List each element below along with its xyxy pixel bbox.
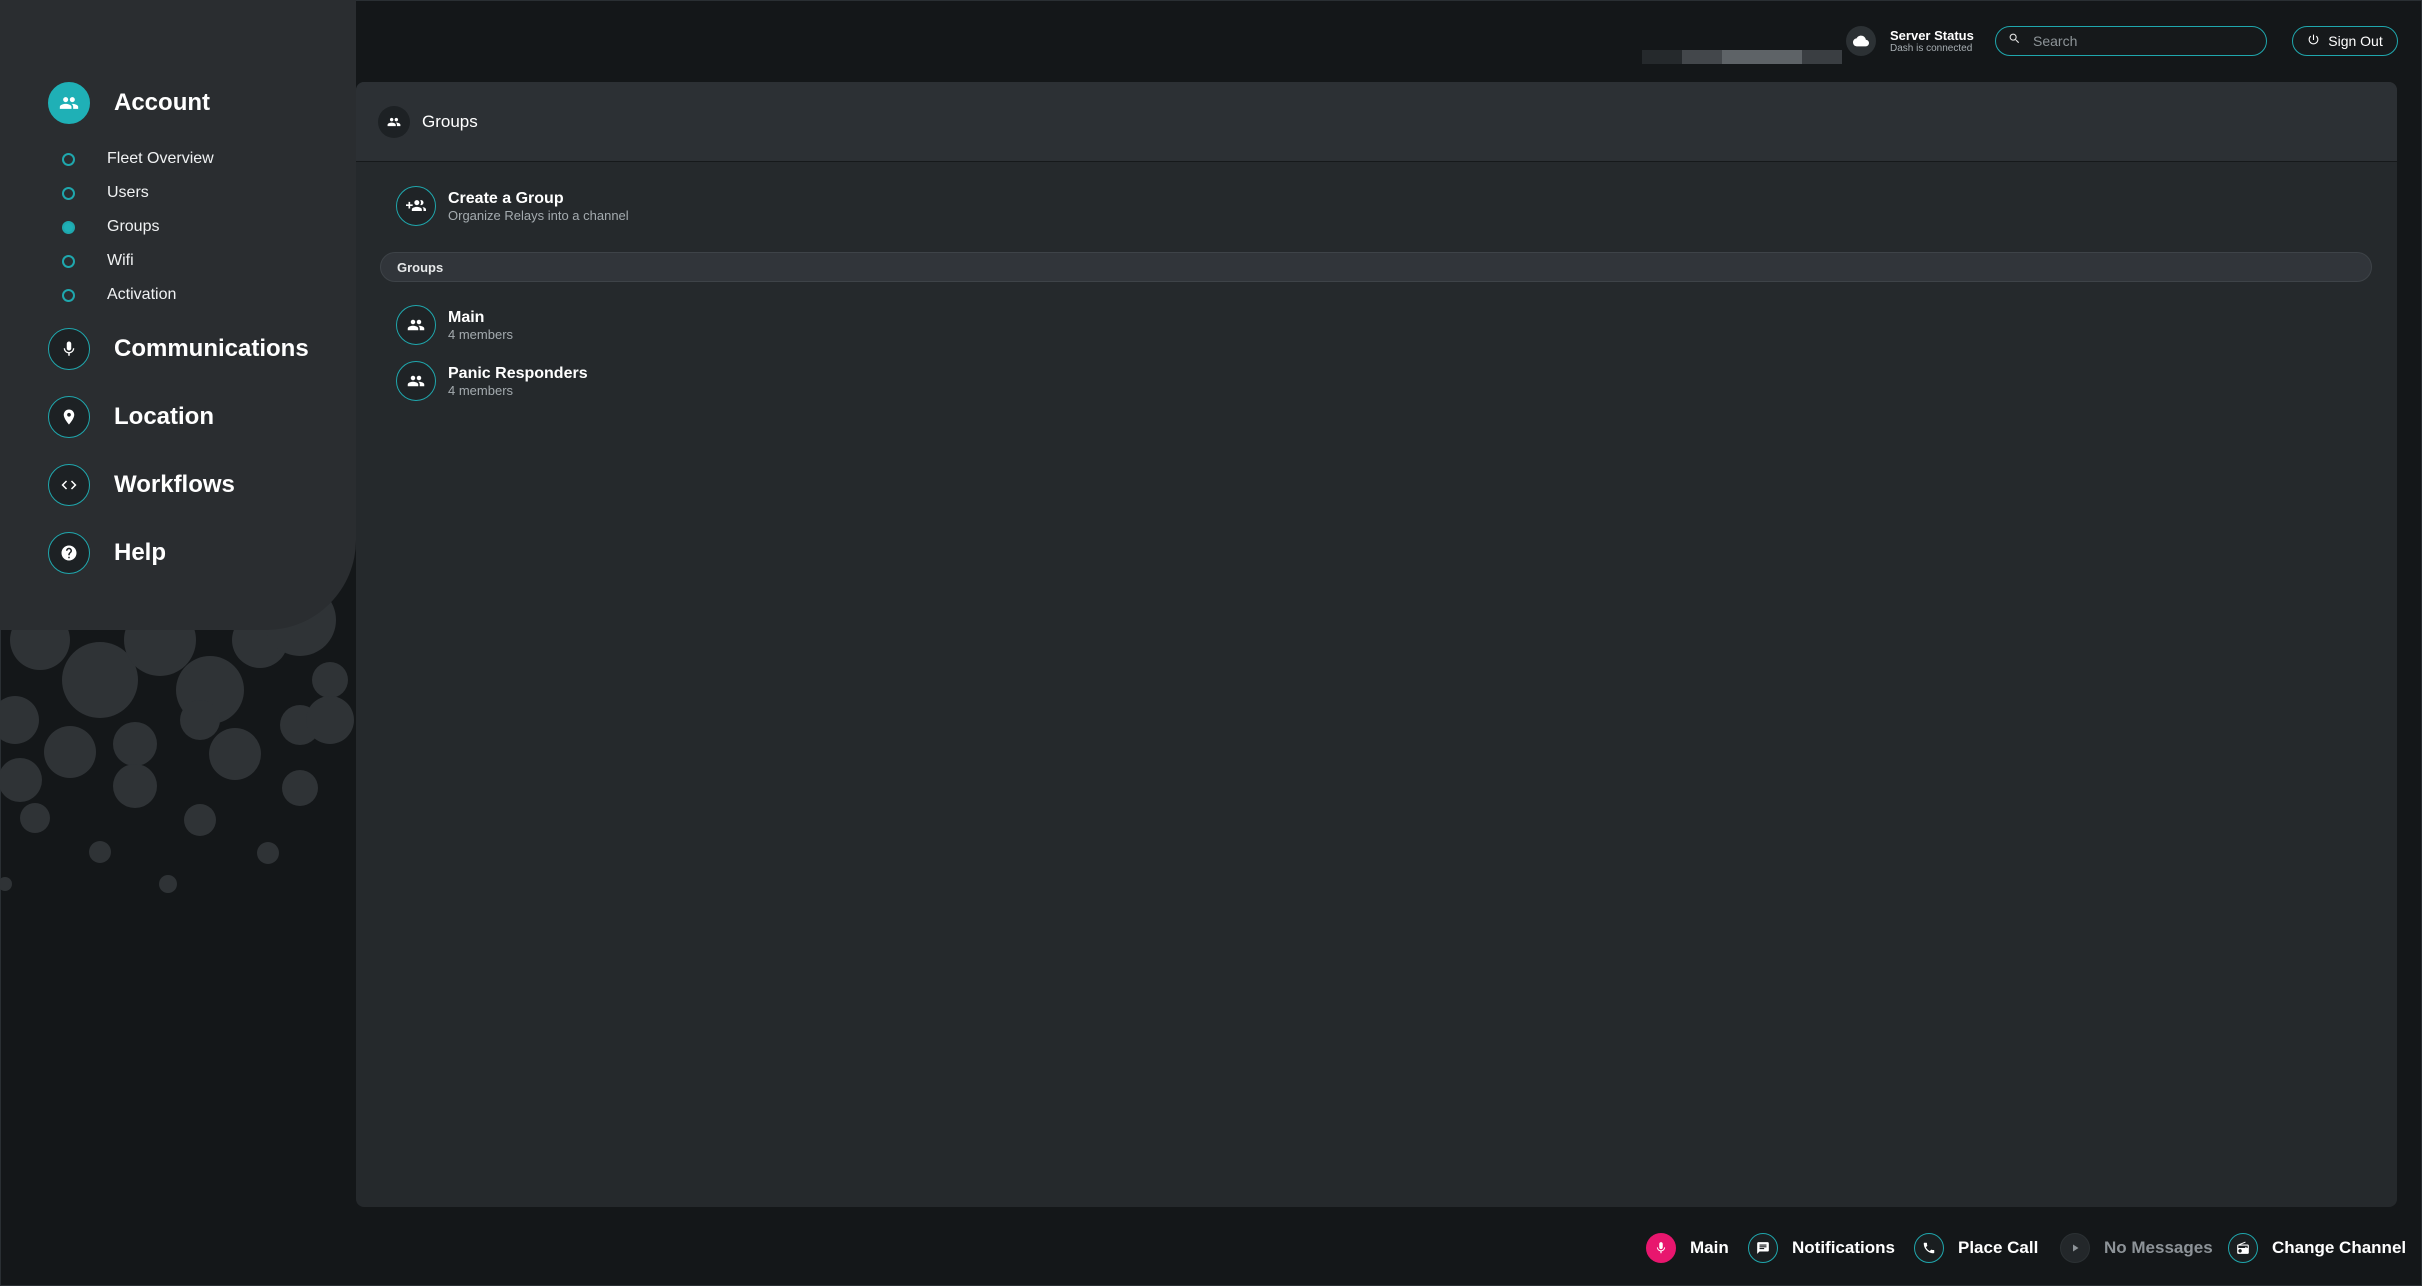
help-icon bbox=[48, 532, 90, 574]
sidebar-label-account: Account bbox=[114, 89, 210, 116]
power-icon bbox=[2307, 33, 2320, 49]
sidebar: Account Fleet Overview Users Groups Wifi… bbox=[0, 0, 356, 630]
sidebar-item-wifi[interactable]: Wifi bbox=[62, 252, 134, 270]
phone-icon bbox=[1914, 1233, 1944, 1263]
create-group-title: Create a Group bbox=[448, 190, 564, 207]
sidebar-label-help: Help bbox=[114, 539, 167, 566]
radio-indicator bbox=[62, 152, 75, 166]
sign-out-label: Sign Out bbox=[2328, 33, 2383, 49]
sidebar-label-workflows: Workflows bbox=[114, 471, 235, 498]
sidebar-subitem-label: Users bbox=[107, 184, 149, 201]
group-icon bbox=[48, 82, 90, 124]
sidebar-item-communications[interactable]: Communications bbox=[48, 328, 309, 370]
change-channel-label: Change Channel bbox=[2272, 1238, 2407, 1257]
sidebar-subitem-label: Activation bbox=[107, 286, 177, 303]
messages-button[interactable]: No Messages bbox=[2060, 1231, 2213, 1265]
list-item-group-panic-responders[interactable]: Panic Responders 4 members bbox=[396, 361, 588, 401]
sidebar-item-help[interactable]: Help bbox=[48, 532, 166, 574]
group-name: Main bbox=[448, 309, 485, 326]
loading-strip bbox=[1642, 50, 1842, 64]
create-group-subtitle: Organize Relays into a channel bbox=[448, 208, 629, 223]
sidebar-item-fleet-overview[interactable]: Fleet Overview bbox=[62, 150, 214, 168]
group-member-count: 4 members bbox=[448, 383, 514, 398]
sidebar-item-account[interactable]: Account bbox=[48, 82, 210, 124]
place-call-label: Place Call bbox=[1958, 1238, 2039, 1257]
list-item-group-main[interactable]: Main 4 members bbox=[396, 305, 513, 345]
sidebar-item-users[interactable]: Users bbox=[62, 184, 149, 202]
group-name: Panic Responders bbox=[448, 365, 588, 382]
notifications-label: Notifications bbox=[1792, 1238, 1895, 1257]
groups-section-header: Groups bbox=[380, 252, 2372, 282]
sidebar-label-location: Location bbox=[114, 403, 214, 430]
group-icon bbox=[396, 361, 436, 401]
place-call-button[interactable]: Place Call bbox=[1914, 1231, 2038, 1265]
code-icon bbox=[48, 464, 90, 506]
group-icon bbox=[378, 105, 410, 138]
mic-icon bbox=[48, 328, 90, 370]
group-member-count: 4 members bbox=[448, 327, 514, 342]
search-input[interactable] bbox=[2031, 32, 2255, 50]
sidebar-item-location[interactable]: Location bbox=[48, 396, 214, 438]
chat-icon bbox=[1748, 1233, 1778, 1263]
create-group-button[interactable]: Create a Group Organize Relays into a ch… bbox=[396, 186, 629, 226]
messages-label: No Messages bbox=[2104, 1238, 2213, 1257]
sidebar-item-workflows[interactable]: Workflows bbox=[48, 464, 235, 506]
sidebar-subitem-label: Wifi bbox=[107, 252, 134, 269]
mic-icon bbox=[1646, 1233, 1676, 1263]
radio-indicator bbox=[62, 186, 75, 200]
radio-indicator-selected bbox=[62, 220, 75, 234]
location-pin-icon bbox=[48, 396, 90, 438]
notifications-button[interactable]: Notifications bbox=[1748, 1231, 1895, 1265]
sidebar-label-communications: Communications bbox=[114, 335, 309, 362]
search-icon bbox=[2008, 32, 2021, 50]
search-box[interactable] bbox=[1995, 26, 2267, 56]
radio-indicator bbox=[62, 254, 75, 268]
server-status-title: Server Status bbox=[1890, 27, 1974, 43]
radio-indicator bbox=[62, 288, 75, 302]
panel-header: Groups bbox=[356, 82, 2397, 162]
play-icon bbox=[2060, 1233, 2090, 1263]
sidebar-subitem-label: Groups bbox=[107, 218, 160, 235]
sidebar-item-activation[interactable]: Activation bbox=[62, 286, 176, 304]
main-panel: Groups Create a Group Organize Relays in… bbox=[356, 82, 2397, 1207]
sidebar-item-groups[interactable]: Groups bbox=[62, 218, 159, 236]
change-channel-button[interactable]: Change Channel bbox=[2228, 1231, 2406, 1265]
server-status: Server Status Dash is connected bbox=[1846, 26, 1974, 56]
current-channel-button[interactable]: Main bbox=[1646, 1231, 1729, 1265]
group-icon bbox=[396, 305, 436, 345]
page-title: Groups bbox=[422, 111, 478, 131]
group-add-icon bbox=[396, 186, 436, 226]
cloud-icon bbox=[1846, 26, 1876, 56]
sidebar-subitem-label: Fleet Overview bbox=[107, 150, 214, 167]
radio-icon bbox=[2228, 1233, 2258, 1263]
server-status-subtitle: Dash is connected bbox=[1890, 42, 1973, 54]
sign-out-button[interactable]: Sign Out bbox=[2292, 26, 2398, 56]
current-channel-label: Main bbox=[1690, 1238, 1729, 1257]
